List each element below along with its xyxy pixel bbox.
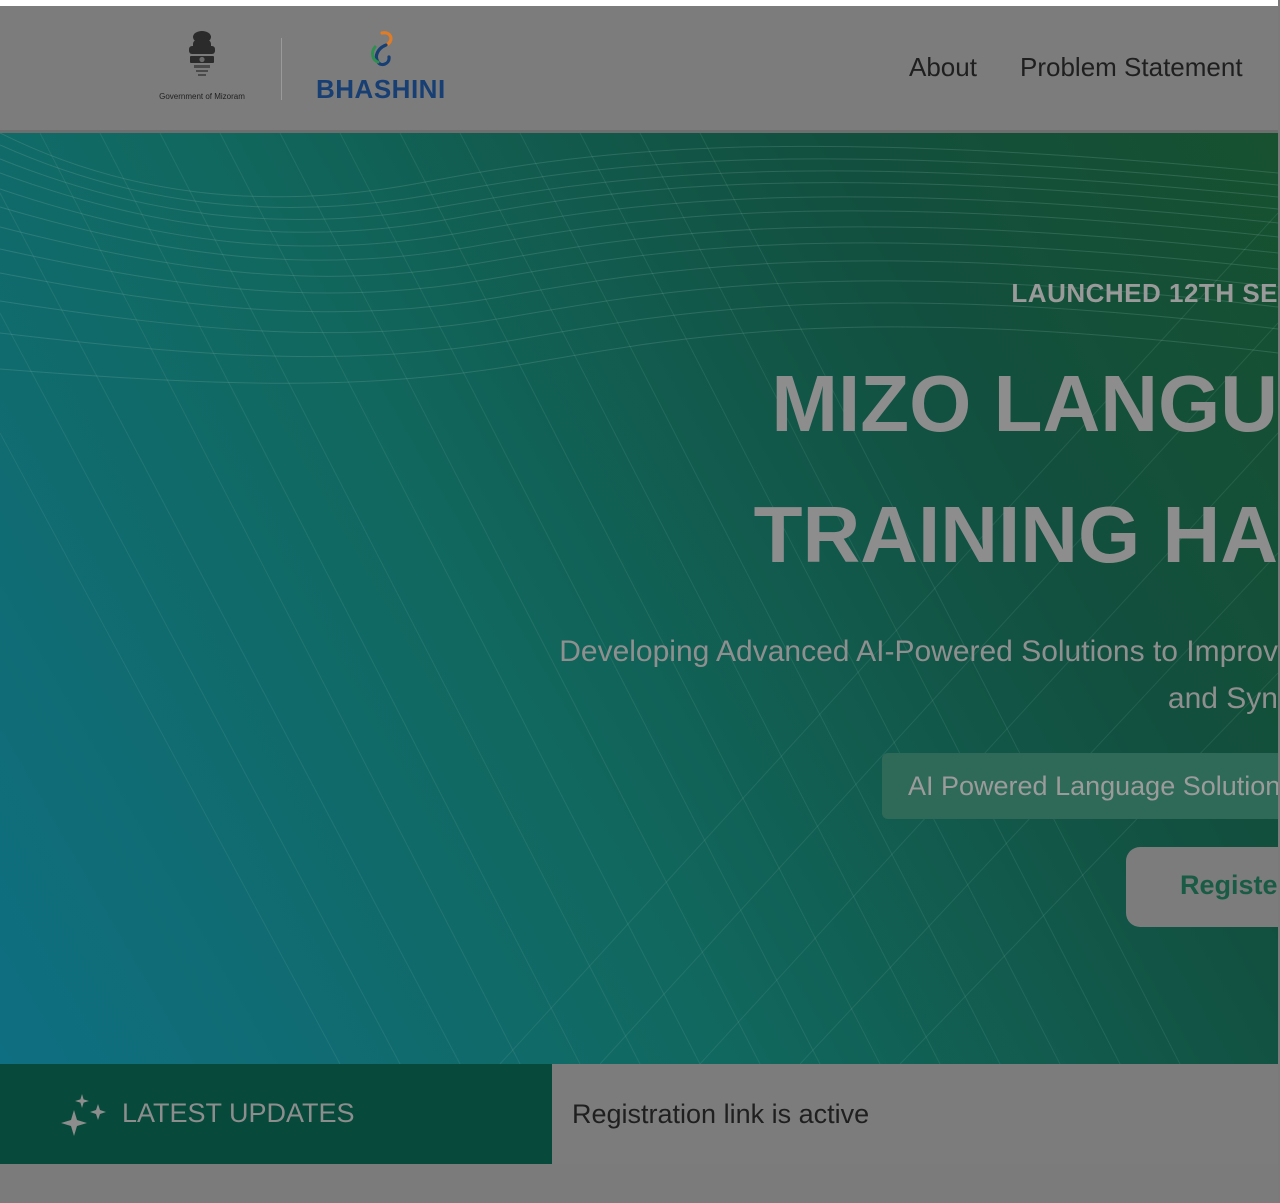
page-footer-area — [0, 1164, 1278, 1203]
sparkles-icon — [61, 1094, 106, 1136]
register-button[interactable]: Registe — [1126, 847, 1278, 927]
nav-about[interactable]: About — [909, 52, 977, 83]
logo-divider — [281, 38, 282, 100]
tagline-pill: AI Powered Language Solution — [882, 753, 1278, 819]
bhashini-wordmark: BHASHINI — [316, 74, 446, 104]
page: Government of Mizoram BHASHINI About Pro… — [0, 0, 1278, 1203]
latest-updates-label: LATEST UPDATES — [0, 1064, 552, 1164]
government-logo[interactable]: Government of Mizoram — [148, 30, 256, 106]
tagline-text: AI Powered Language Solution — [908, 771, 1278, 801]
ashoka-emblem-icon — [189, 31, 215, 76]
register-button-label: Registe — [1180, 870, 1278, 900]
government-caption: Government of Mizoram — [159, 92, 245, 101]
hero-title-line-1: MIZO LANGU — [771, 359, 1278, 448]
site-header: Government of Mizoram BHASHINI About Pro… — [0, 6, 1278, 133]
bhashini-logo[interactable]: BHASHINI — [314, 30, 448, 106]
hero-title-line-2: TRAINING HA — [753, 490, 1278, 579]
updates-ticker[interactable]: Registration link is active — [552, 1064, 1278, 1164]
bhashini-logo-icon — [371, 31, 393, 67]
ticker-item[interactable]: Registration link is active — [572, 1099, 869, 1130]
hero-subtitle-line-1: Developing Advanced AI-Powered Solutions… — [559, 635, 1278, 668]
nav-problem-statement[interactable]: Problem Statement — [1020, 52, 1243, 83]
hero-subtitle-line-2: and Syn — [1167, 682, 1278, 715]
latest-updates-title: LATEST UPDATES — [122, 1098, 355, 1128]
hero-wave-pattern — [0, 133, 1278, 1064]
hero-banner: LAUNCHED 12TH SE MIZO LANGU TRAINING HA … — [0, 133, 1278, 1064]
launch-date-label: LAUNCHED 12TH SE — [1011, 278, 1278, 308]
